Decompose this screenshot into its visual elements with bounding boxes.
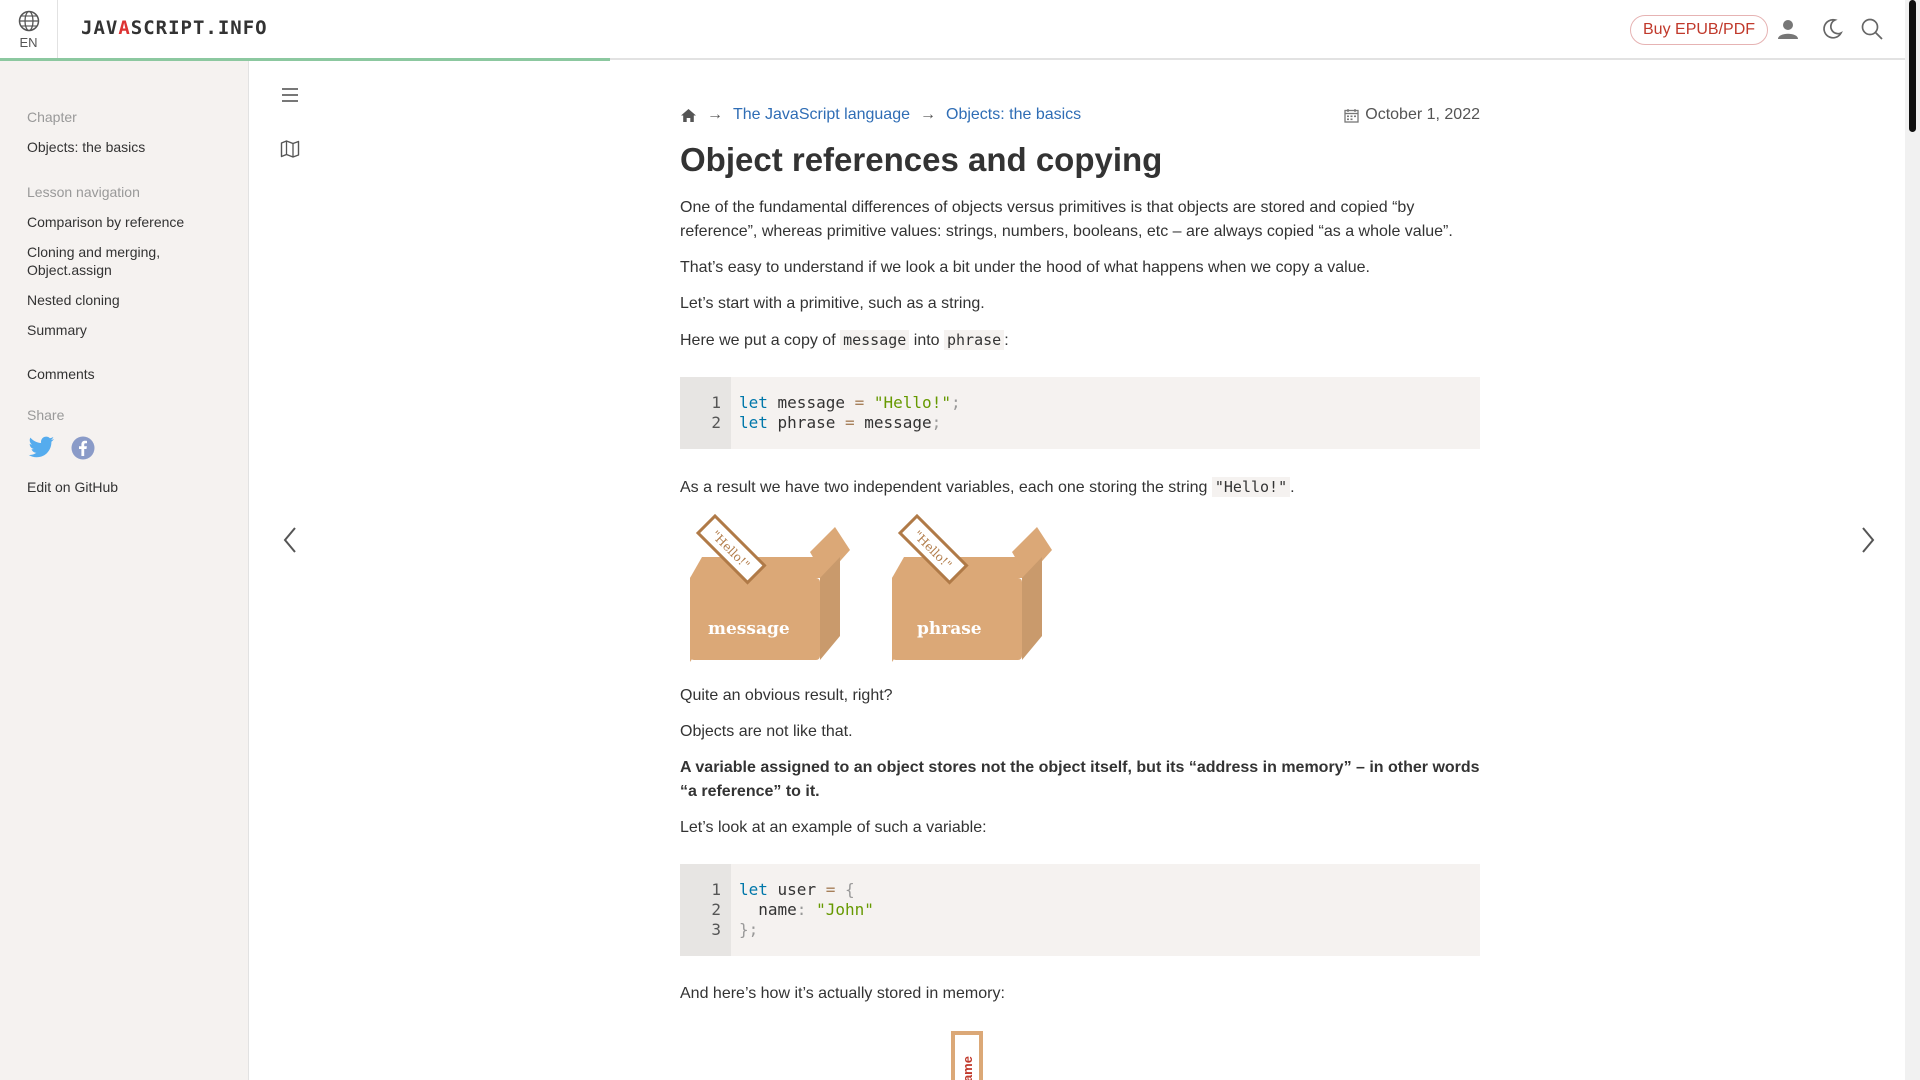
share-buttons [27,436,248,460]
lesson-navigation-heading: Lesson navigation [27,184,140,200]
paragraph-result: As a result we have two independent vari… [680,477,1295,497]
publish-date-text: October 1, 2022 [1365,106,1480,123]
code-block-primitive: 1 2 let message = "Hello!"; let phrase = … [680,377,1480,449]
sidebar-comments-link[interactable]: Comments [27,365,197,383]
home-icon[interactable] [680,108,697,123]
paragraph-objects-differ: Objects are not like that. [680,723,853,740]
inline-code-hello: "Hello!" [1211,477,1291,497]
code-block-object: 1 2 3 let user = { name: "John"}; [680,864,1480,956]
paragraph-reference-definition: A variable assigned to an object stores … [680,759,1480,800]
code-line: }; [739,920,759,939]
line-numbers: 1 2 [680,377,731,449]
code-line: let message = "Hello!"; [739,393,961,412]
map-icon[interactable] [280,140,300,158]
paragraph-intro: One of the fundamental differences of ob… [680,199,1453,240]
page-scrollbar[interactable] [1905,0,1920,1080]
sidebar: Chapter Objects: the basics Lesson navig… [0,61,249,1080]
code-lines: let user = { name: "John"}; [731,864,882,956]
top-bar: EN JAVASCRIPT.INFO Buy EPUB/PDF [0,0,1920,60]
sidebar-item-cloning-and-merging[interactable]: Cloning and merging, Object.assign [27,243,197,279]
inline-code-message: message [840,330,910,350]
sidebar-item-comparison-by-reference[interactable]: Comparison by reference [27,213,197,231]
paragraph-obvious: Quite an obvious result, right? [680,687,893,704]
code-line: let user = { [739,880,855,899]
scrollbar-thumb[interactable] [1909,0,1916,132]
calendar-icon [1344,108,1359,123]
site-logo[interactable]: JAVASCRIPT.INFO [81,17,268,39]
sidebar-item-nested-cloning[interactable]: Nested cloning [27,291,197,309]
code-lines: let message = "Hello!"; let phrase = mess… [731,377,969,449]
code-line: name: "John" [758,900,874,919]
moon-icon[interactable] [1820,17,1844,41]
breadcrumb: → The JavaScript language → Objects: the… [680,104,1480,126]
share-heading: Share [27,407,65,423]
hamburger-menu-icon[interactable] [280,87,300,103]
breadcrumb-separator: → [920,106,936,123]
message-box-label: message [708,619,790,639]
variables-boxes-figure: "Hello!" message "Hello!" phrase [680,512,1480,662]
paragraph-memory: And here’s how it’s actually stored in m… [680,985,1005,1002]
page-title: Object references and copying [680,141,1163,178]
name-label-illustration: name [951,1031,983,1080]
message-box-illustration: "Hello!" message [690,513,850,662]
article: → The JavaScript language → Objects: the… [680,104,1480,1080]
phrase-box-label: phrase [917,619,982,639]
breadcrumb-javascript-language[interactable]: The JavaScript language [733,106,910,124]
logo-accent-letter: A [118,17,131,39]
memory-figure: name [680,1018,1480,1080]
code-line: let phrase = message; [739,413,942,432]
facebook-icon[interactable] [71,436,95,460]
user-icon[interactable] [1776,17,1800,41]
search-icon[interactable] [1860,17,1884,41]
phrase-box-illustration: "Hello!" phrase [892,513,1052,662]
globe-icon [18,10,39,32]
publish-date: October 1, 2022 [1344,106,1480,124]
line-numbers: 1 2 3 [680,864,731,956]
paragraph-example-intro: Let’s look at an example of such a varia… [680,819,987,836]
sidebar-chapter-link[interactable]: Objects: the basics [27,138,197,156]
previous-lesson-arrow-icon[interactable] [282,525,298,555]
inline-code-phrase: phrase [944,330,1005,350]
edit-on-github-link[interactable]: Edit on GitHub [27,478,197,496]
breadcrumb-separator: → [707,106,723,123]
breadcrumb-objects-basics[interactable]: Objects: the basics [946,106,1081,124]
language-switcher[interactable]: EN [0,0,58,58]
language-label: EN [19,35,38,50]
paragraph-copy-message: Here we put a copy of message into phras… [680,330,1009,350]
buy-epub-button[interactable]: Buy EPUB/PDF [1630,15,1769,45]
paragraph-under-the-hood: That’s easy to understand if we look a b… [680,259,1370,276]
name-label-text: name [960,1056,975,1080]
sidebar-item-summary[interactable]: Summary [27,321,197,339]
paragraph-primitive: Let’s start with a primitive, such as a … [680,295,985,312]
chapter-heading: Chapter [27,109,77,125]
twitter-icon[interactable] [27,436,55,460]
next-lesson-arrow-icon[interactable] [1860,525,1876,555]
